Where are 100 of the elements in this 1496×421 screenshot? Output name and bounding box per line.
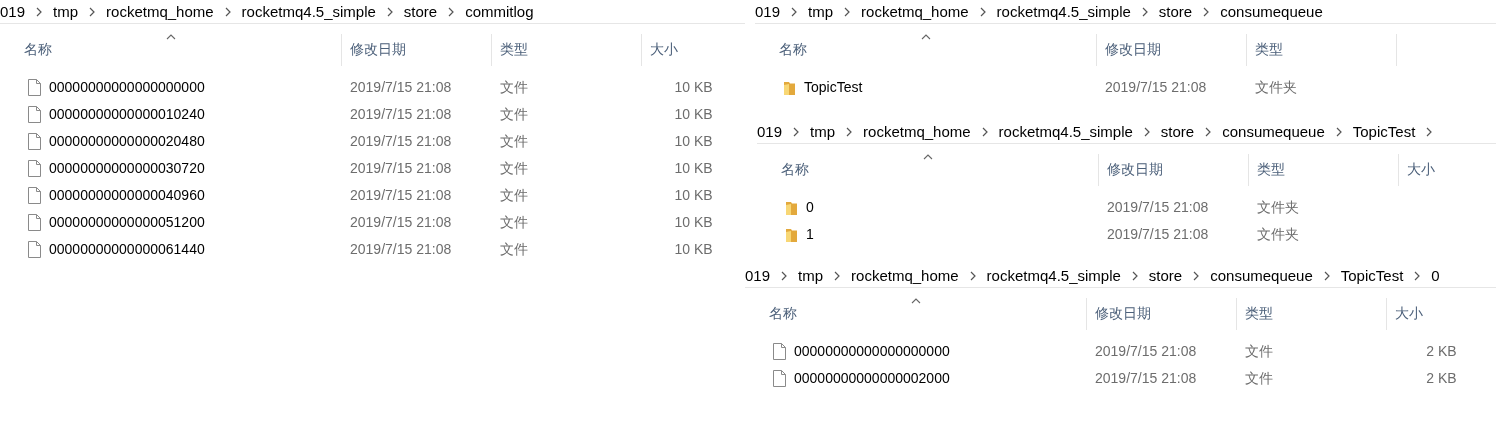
breadcrumb-item[interactable]: tmp (808, 3, 834, 20)
chevron-icon (1141, 6, 1148, 17)
column-header[interactable]: 名称 (771, 34, 1097, 66)
chevron-icon (834, 270, 841, 281)
file-name[interactable]: 00000000000000061440 (49, 236, 205, 263)
column-header[interactable]: 名称 (761, 298, 1087, 330)
column-header[interactable]: 修改日期 (1097, 34, 1247, 66)
chevron-icon (1193, 270, 1200, 281)
breadcrumb-item[interactable]: 019 (757, 123, 783, 140)
column-label: 名称 (779, 41, 807, 59)
breadcrumb-item[interactable]: rocketmq4.5_simple (996, 3, 1131, 20)
breadcrumb-item[interactable]: 019 (745, 267, 771, 284)
chevron-icon (969, 270, 976, 281)
breadcrumb-item[interactable]: rocketmq_home (861, 3, 969, 20)
breadcrumb-item[interactable]: 019 (755, 3, 781, 20)
column-header[interactable]: 名称 (16, 34, 342, 66)
column-header[interactable]: 修改日期 (1087, 298, 1237, 330)
column-header[interactable]: 大小 (642, 34, 734, 66)
sort-caret-icon (166, 34, 176, 40)
file-name[interactable]: 00000000000000000000 (49, 74, 205, 101)
modified-date: 2019/7/15 21:08 (350, 78, 452, 97)
file-name[interactable]: 00000000000000010240 (49, 101, 205, 128)
chevron-icon (448, 6, 455, 17)
file-icon (28, 187, 41, 204)
file-type: 文件 (500, 240, 528, 259)
file-name[interactable]: 00000000000000040960 (49, 182, 205, 209)
column-header[interactable]: 修改日期 (342, 34, 492, 66)
file-type: 文件夹 (1255, 78, 1297, 97)
file-name[interactable]: 1 (806, 221, 814, 248)
file-name[interactable]: 00000000000000000000 (794, 338, 950, 365)
breadcrumb-item[interactable]: TopicTest (1352, 123, 1416, 140)
breadcrumb-item[interactable]: rocketmq_home (106, 3, 214, 20)
column-label: 名称 (781, 161, 809, 179)
chevron-icon (36, 6, 43, 17)
file-name[interactable]: 0 (806, 194, 814, 221)
chevron-icon (1335, 126, 1342, 137)
chevron-icon (1205, 126, 1212, 137)
column-label: 大小 (1407, 161, 1435, 179)
column-header[interactable]: 大小 (1399, 154, 1491, 186)
breadcrumb-item[interactable]: store (403, 3, 438, 20)
breadcrumb-item[interactable]: 019 (0, 3, 26, 20)
file-name[interactable]: 00000000000000002000 (794, 365, 950, 392)
column-header[interactable]: 类型 (1247, 34, 1397, 66)
chevron-icon (89, 6, 96, 17)
breadcrumb-item[interactable]: rocketmq4.5_simple (986, 267, 1121, 284)
breadcrumb-item[interactable]: rocketmq_home (863, 123, 971, 140)
breadcrumb-item[interactable]: rocketmq4.5_simple (241, 3, 376, 20)
file-name[interactable]: 00000000000000030720 (49, 155, 205, 182)
column-header[interactable]: 类型 (1249, 154, 1399, 186)
folder-icon (785, 226, 798, 243)
modified-date: 2019/7/15 21:08 (350, 132, 452, 151)
breadcrumb-item[interactable]: consumequeue (1220, 3, 1323, 20)
column-label: 类型 (1245, 305, 1273, 323)
file-type: 文件 (500, 186, 528, 205)
chevron-icon (1323, 270, 1330, 281)
file-icon (773, 343, 786, 360)
file-type: 文件 (500, 213, 528, 232)
modified-date: 2019/7/15 21:08 (350, 105, 452, 124)
file-size: 10 KB (674, 213, 713, 232)
file-size: 10 KB (674, 78, 713, 97)
column-header[interactable]: 名称 (773, 154, 1099, 186)
breadcrumb-item[interactable]: store (1158, 3, 1193, 20)
breadcrumb-item[interactable]: commitlog (465, 3, 534, 20)
breadcrumb-item[interactable]: 0 (1431, 267, 1440, 284)
chevron-icon (791, 6, 798, 17)
modified-date: 2019/7/15 21:08 (350, 159, 452, 178)
file-icon (28, 241, 41, 258)
chevron-icon (1131, 270, 1138, 281)
column-header[interactable]: 大小 (1387, 298, 1479, 330)
file-name[interactable]: 00000000000000020480 (49, 128, 205, 155)
chevron-icon (1414, 270, 1421, 281)
breadcrumb-item[interactable]: tmp (53, 3, 79, 20)
column-header[interactable]: 类型 (1237, 298, 1387, 330)
folder-icon (785, 199, 798, 216)
breadcrumb-item[interactable]: consumequeue (1210, 267, 1313, 284)
file-icon (28, 133, 41, 150)
modified-date: 2019/7/15 21:08 (1107, 225, 1209, 244)
column-label: 修改日期 (1105, 41, 1161, 59)
file-icon (773, 370, 786, 387)
chevron-icon (979, 6, 986, 17)
modified-date: 2019/7/15 21:08 (1105, 78, 1207, 97)
file-size: 2 KB (1426, 342, 1457, 361)
breadcrumb-item[interactable]: store (1160, 123, 1195, 140)
breadcrumb-item[interactable]: tmp (810, 123, 836, 140)
breadcrumb-item[interactable]: tmp (798, 267, 824, 284)
breadcrumb-item[interactable]: TopicTest (1340, 267, 1404, 284)
column-label: 名称 (769, 305, 797, 323)
file-name[interactable]: 00000000000000051200 (49, 209, 205, 236)
breadcrumb-item[interactable]: rocketmq_home (851, 267, 959, 284)
file-name[interactable]: TopicTest (804, 74, 863, 101)
file-type: 文件夹 (1257, 198, 1299, 217)
breadcrumb-item[interactable]: consumequeue (1222, 123, 1325, 140)
column-header[interactable]: 修改日期 (1099, 154, 1249, 186)
file-type: 文件 (500, 159, 528, 178)
breadcrumb-item[interactable]: rocketmq4.5_simple (998, 123, 1133, 140)
file-icon (28, 214, 41, 231)
column-header[interactable]: 类型 (492, 34, 642, 66)
sort-caret-icon (911, 298, 921, 304)
chevron-icon (1143, 126, 1150, 137)
breadcrumb-item[interactable]: store (1148, 267, 1183, 284)
